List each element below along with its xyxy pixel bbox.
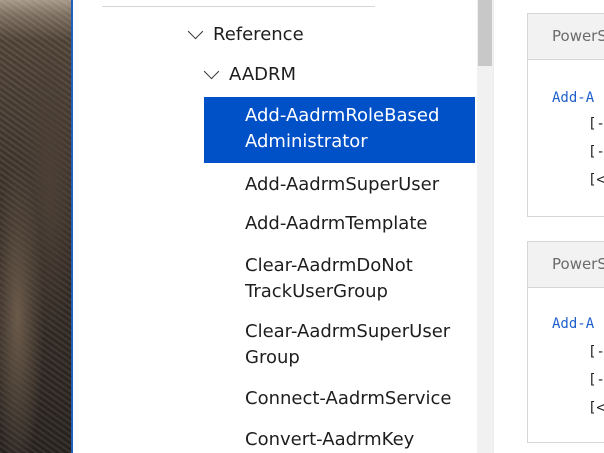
code-block[interactable]: Add-A [- [- [<: [528, 60, 604, 216]
background-photo: [0, 0, 71, 453]
toc-item-label: Add-AadrmTemplate: [245, 213, 428, 234]
code-command: Add-A: [552, 90, 595, 106]
code-command: Add-A: [552, 316, 595, 332]
chevron-down-icon: [203, 63, 220, 80]
content-divider: [493, 0, 494, 453]
toc-item-add-aadrmtemplate[interactable]: Add-AadrmTemplate: [204, 211, 475, 237]
toc-item-label: TrackUserGroup: [245, 281, 388, 302]
code-card: PowerS Add-A [- [- [<: [527, 241, 604, 443]
code-line: [-: [588, 116, 604, 132]
toc-item-connect-aadrmservice[interactable]: Connect-AadrmService: [204, 386, 475, 412]
toc-item-label: Convert-AadrmKey: [245, 429, 415, 450]
toc-item-label: Connect-AadrmService: [245, 388, 452, 409]
toc-item-label: Clear-AadrmSuperUser: [245, 321, 451, 342]
code-line: [<: [588, 400, 604, 416]
toc-scrollbar[interactable]: [477, 0, 493, 453]
code-block[interactable]: Add-A [- [- [<: [528, 288, 604, 442]
tree-node-aadrm[interactable]: AADRM: [203, 63, 297, 85]
toc-item-convert-aadrmkey[interactable]: Convert-AadrmKey: [204, 427, 475, 453]
toc-scroll-thumb[interactable]: [478, 0, 492, 66]
tree-node-reference[interactable]: Reference: [187, 23, 304, 45]
code-card-header: PowerS: [528, 242, 604, 288]
code-line: [-: [588, 372, 604, 388]
toc-item-add-aadrmsuperuser[interactable]: Add-AadrmSuperUser: [204, 172, 475, 198]
toc-divider: [102, 6, 375, 7]
toc-item-label: Clear-AadrmDoNot: [245, 255, 413, 276]
code-card-header: PowerS: [528, 14, 604, 60]
code-line: [-: [588, 144, 604, 160]
chevron-down-icon: [187, 23, 204, 40]
toc-item-label: Administrator: [245, 131, 368, 152]
toc-item-label: Add-AadrmRoleBased: [245, 105, 440, 126]
code-card: PowerS Add-A [- [- [<: [527, 13, 604, 217]
code-line: [<: [588, 172, 604, 188]
toc-item-clear-aadrmsuperusergroup[interactable]: Clear-AadrmSuperUser Group: [204, 319, 475, 371]
toc-item-add-aadrmrolebasedadministrator[interactable]: Add-AadrmRoleBased Administrator: [204, 97, 475, 163]
toc-item-clear-aadrmdonottrackusergroup[interactable]: Clear-AadrmDoNot TrackUserGroup: [204, 253, 475, 305]
tree-node-label: Reference: [213, 24, 304, 45]
toc-item-label: Group: [245, 347, 300, 368]
toc-item-label: Add-AadrmSuperUser: [245, 174, 440, 195]
tree-node-label: AADRM: [229, 64, 297, 85]
code-line: [-: [588, 344, 604, 360]
